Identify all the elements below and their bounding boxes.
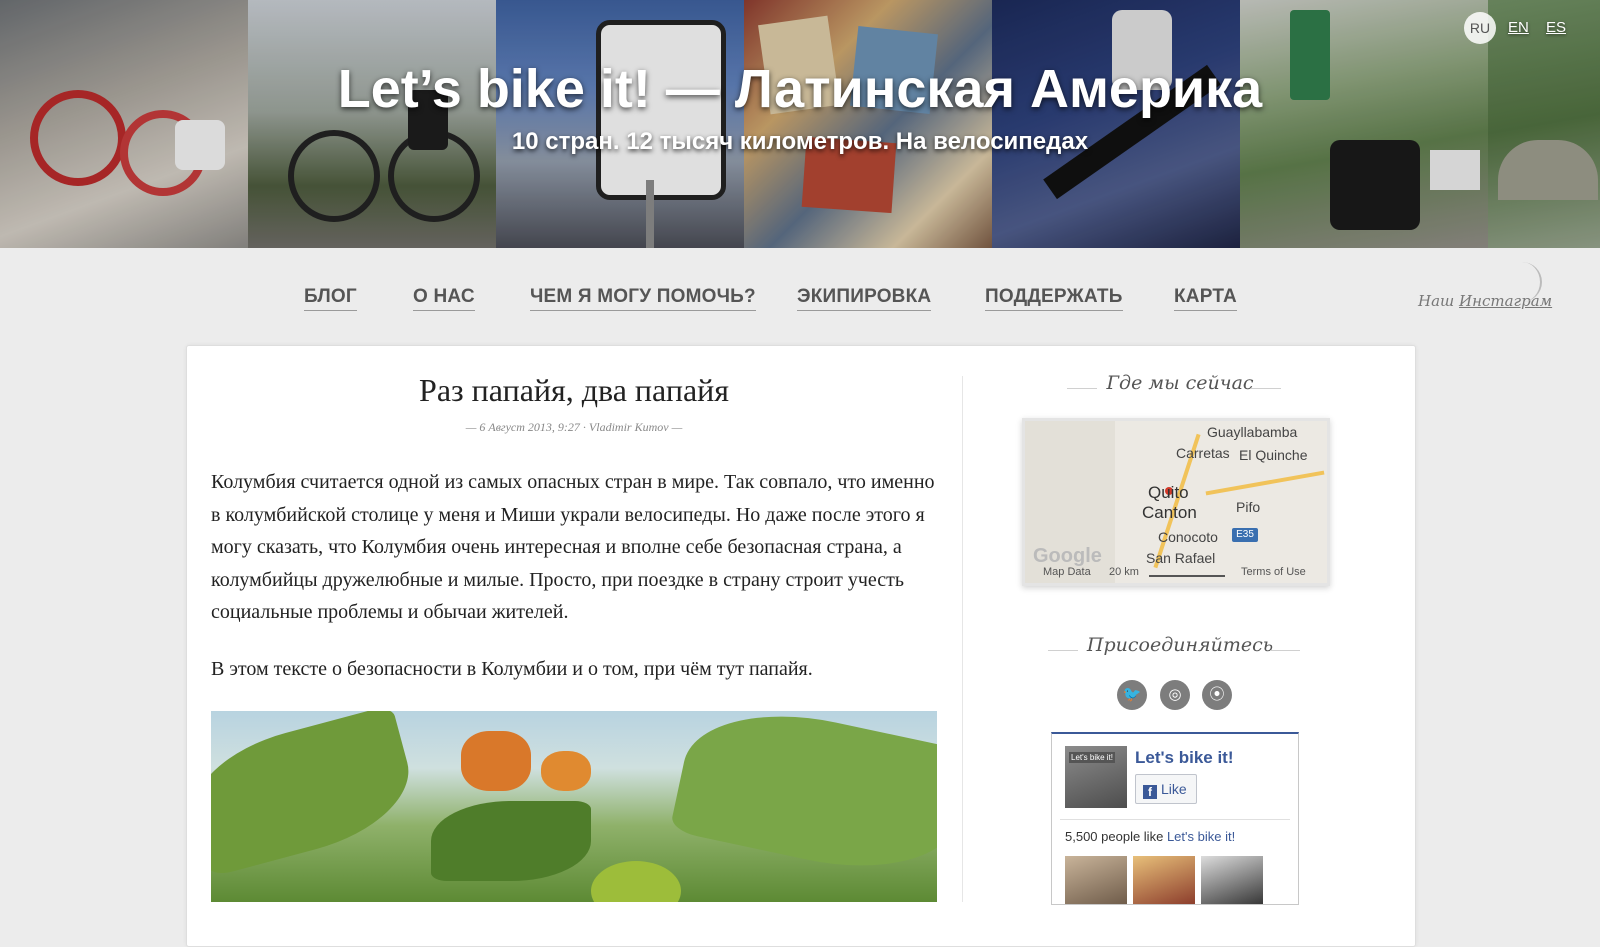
map-scale-bar xyxy=(1149,575,1225,577)
lang-ru-active[interactable]: RU xyxy=(1464,12,1496,44)
map-brand: Google xyxy=(1033,545,1102,567)
facebook-fan-avatar[interactable] xyxy=(1133,856,1195,904)
header-photo-strip: Let’s bike it! — Латинская Америка 10 ст… xyxy=(0,0,1600,248)
map-label-carretas: Carretas xyxy=(1176,445,1230,461)
map-label-conocoto: Conocoto xyxy=(1158,529,1218,545)
nav-blog[interactable]: БЛОГ xyxy=(304,286,357,311)
header-shade xyxy=(0,0,1600,248)
facebook-f-icon: f xyxy=(1143,785,1157,799)
map-data-label[interactable]: Map Data xyxy=(1043,566,1091,578)
map-terms-link[interactable]: Terms of Use xyxy=(1241,566,1306,578)
post-title[interactable]: Раз папайя, два папайя xyxy=(211,372,937,409)
facebook-count-link[interactable]: Let's bike it! xyxy=(1167,829,1235,844)
map-road xyxy=(1205,470,1325,496)
instagram-prefix: Наш xyxy=(1418,292,1455,310)
nav-about[interactable]: О НАС xyxy=(413,286,475,311)
heading-rule-right xyxy=(1270,650,1300,651)
join-us-heading: Присоединяйтесь xyxy=(1086,634,1274,656)
twitter-icon[interactable]: 🐦 xyxy=(1117,680,1147,710)
lang-en-link[interactable]: EN xyxy=(1508,19,1529,36)
post-paragraph-1: Колумбия считается одной из самых опасны… xyxy=(211,471,935,623)
heading-rule-right xyxy=(1251,388,1281,389)
nav-how-to-help[interactable]: ЧЕМ Я МОГУ ПОМОЧЬ? xyxy=(530,286,756,311)
post-meta: — 6 Август 2013, 9:27 · Vladimir Kumov — xyxy=(465,420,683,434)
facebook-page-thumbnail[interactable]: Let's bike it! xyxy=(1065,746,1127,808)
map-scale-label: 20 km xyxy=(1109,566,1139,578)
where-we-are-heading: Где мы сейчас xyxy=(1106,372,1254,394)
site-title[interactable]: Let’s bike it! — Латинская Америка xyxy=(0,58,1600,120)
facebook-page-name[interactable]: Let's bike it! xyxy=(1135,748,1234,768)
post-paragraph-2: В этом тексте о безопасности в Колумбии … xyxy=(211,658,813,680)
map-label-el-quinche: El Quinche xyxy=(1239,447,1308,463)
nav-map[interactable]: КАРТА xyxy=(1174,286,1237,311)
map-label-canton: Canton xyxy=(1142,503,1197,522)
column-divider xyxy=(962,376,963,902)
location-map[interactable]: Guayllabamba Carretas El Quinche Quito C… xyxy=(1022,418,1330,586)
facebook-like-count: 5,500 people like Let's bike it! xyxy=(1065,829,1235,844)
facebook-fan-avatar[interactable] xyxy=(1201,856,1263,904)
facebook-divider xyxy=(1060,819,1290,820)
facebook-like-box: Let's bike it! Let's bike it! f Like 5,50… xyxy=(1051,732,1299,905)
facebook-count-text: 5,500 people like xyxy=(1065,829,1164,844)
papaya-tree-image[interactable] xyxy=(211,711,937,902)
facebook-like-label: Like xyxy=(1161,781,1187,797)
site-subtitle: 10 стран. 12 тысяч километров. На велоси… xyxy=(511,128,1089,155)
map-label-pifo: Pifo xyxy=(1236,499,1261,515)
highway-shield-e35: E35 xyxy=(1232,528,1258,542)
nav-support[interactable]: ПОДДЕРЖАТЬ xyxy=(985,286,1123,311)
facebook-like-button[interactable]: f Like xyxy=(1135,774,1197,804)
facebook-thumb-label: Let's bike it! xyxy=(1069,752,1115,763)
map-label-guayllabamba: Guayllabamba xyxy=(1207,424,1298,440)
rss-icon[interactable]: ⦿ xyxy=(1202,680,1232,710)
facebook-fan-avatar[interactable] xyxy=(1065,856,1127,904)
map-label-san-rafael: San Rafael xyxy=(1146,550,1216,566)
instagram-icon[interactable]: ◎ xyxy=(1160,680,1190,710)
nav-equipment[interactable]: ЭКИПИРОВКА xyxy=(797,286,932,311)
instagram-link[interactable]: Инстаграм xyxy=(1459,292,1552,310)
lang-es-link[interactable]: ES xyxy=(1546,19,1566,36)
map-label-quito: Quito xyxy=(1148,483,1189,502)
